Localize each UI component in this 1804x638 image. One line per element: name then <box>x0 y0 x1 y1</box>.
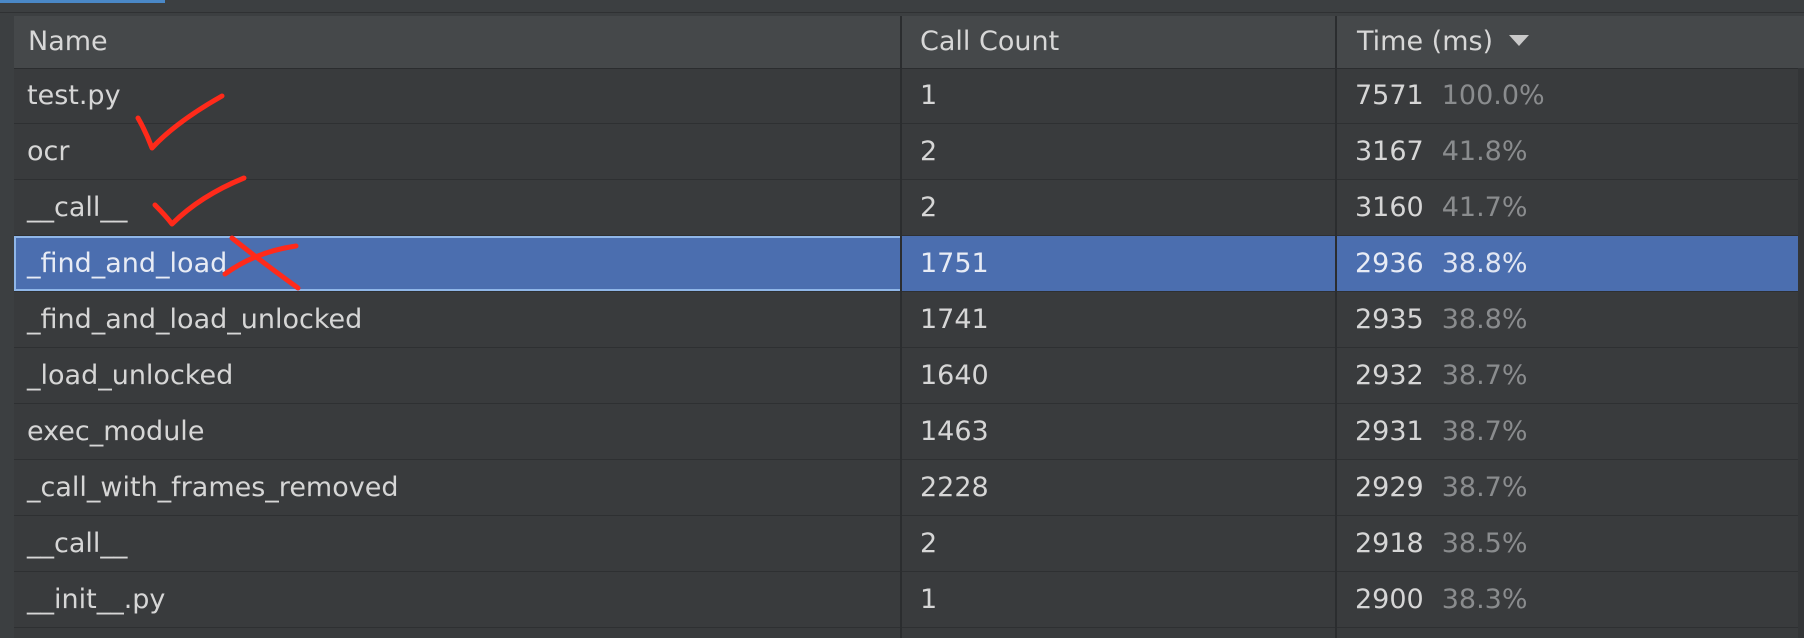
time-value: 3160 <box>1355 192 1424 223</box>
cell-function-name[interactable]: ocr <box>14 124 902 180</box>
time-value: 2929 <box>1355 472 1424 503</box>
table-row[interactable]: _find_and_load_unlocked 1741 2935 38.8% <box>14 292 1804 348</box>
time-value: 2936 <box>1355 248 1424 279</box>
cell-time[interactable]: 2936 38.8% <box>1337 236 1804 292</box>
cell-call-count[interactable]: 1741 <box>902 292 1337 348</box>
time-percentage: 38.8% <box>1441 304 1528 335</box>
cell-time[interactable]: 2918 38.5% <box>1337 516 1804 572</box>
profiler-window: Name Call Count Time (ms) test.py 1 7571 10… <box>0 0 1804 638</box>
cell-call-count[interactable]: 1640 <box>902 348 1337 404</box>
cell-time[interactable]: 3160 41.7% <box>1337 180 1804 236</box>
cell-call-count[interactable]: 2 <box>902 124 1337 180</box>
table-row[interactable]: _load_unlocked 1640 2932 38.7% <box>14 348 1804 404</box>
table-row[interactable]: exec_module 1463 2931 38.7% <box>14 404 1804 460</box>
column-header-call-count[interactable]: Call Count <box>902 16 1337 68</box>
cell-call-count[interactable]: 1463 <box>902 404 1337 460</box>
active-tab-indicator <box>0 0 165 3</box>
cell-time[interactable]: 2931 38.7% <box>1337 404 1804 460</box>
cell-call-count[interactable]: 2 <box>902 180 1337 236</box>
table-row[interactable]: _call_with_frames_removed 2228 2929 38.7% <box>14 460 1804 516</box>
cell-function-name[interactable]: __call__ <box>14 516 902 572</box>
time-value: 2935 <box>1355 304 1424 335</box>
cell-time[interactable]: 2932 38.7% <box>1337 348 1804 404</box>
cell-time[interactable]: 2900 38.3% <box>1337 572 1804 628</box>
time-percentage: 38.7% <box>1441 360 1528 391</box>
time-percentage: 38.8% <box>1441 248 1528 279</box>
cell-call-count[interactable]: 1 <box>902 68 1337 124</box>
column-header-call-count-label: Call Count <box>920 26 1060 57</box>
cell-function-name[interactable]: __call__ <box>14 180 902 236</box>
time-value: 3167 <box>1355 136 1424 167</box>
time-value: 2931 <box>1355 416 1424 447</box>
cell-call-count[interactable]: 2 <box>902 516 1337 572</box>
time-value: 2900 <box>1355 584 1424 615</box>
time-value: 7571 <box>1355 80 1424 111</box>
column-divider[interactable] <box>900 16 902 638</box>
cell-time[interactable]: 2935 38.8% <box>1337 292 1804 348</box>
time-value: 2918 <box>1355 528 1424 559</box>
cell-function-name[interactable]: _call_with_frames_removed <box>14 460 902 516</box>
call-statistics-table: Name Call Count Time (ms) test.py 1 7571 10… <box>14 16 1804 638</box>
column-divider[interactable] <box>1335 16 1337 638</box>
cell-call-count[interactable]: 1751 <box>902 236 1337 292</box>
cell-function-name[interactable]: _load_unlocked <box>14 348 902 404</box>
cell-time[interactable]: 3167 41.8% <box>1337 124 1804 180</box>
time-percentage: 38.3% <box>1441 584 1528 615</box>
table-row[interactable]: _find_and_load 1751 2936 38.8% <box>14 236 1804 292</box>
time-percentage: 38.5% <box>1441 528 1528 559</box>
cell-call-count[interactable]: 2228 <box>902 460 1337 516</box>
cell-function-name[interactable]: __init__.py <box>14 572 902 628</box>
column-header-name[interactable]: Name <box>14 16 902 68</box>
time-percentage: 41.7% <box>1441 192 1528 223</box>
time-percentage: 100.0% <box>1441 80 1545 111</box>
time-percentage: 41.8% <box>1441 136 1528 167</box>
time-value: 2932 <box>1355 360 1424 391</box>
cell-time[interactable]: 7571 100.0% <box>1337 68 1804 124</box>
column-header-time-label: Time (ms) <box>1357 26 1494 57</box>
table-row[interactable]: __call__ 2 2918 38.5% <box>14 516 1804 572</box>
cell-function-name[interactable]: exec_module <box>14 404 902 460</box>
sort-descending-icon <box>1509 35 1530 46</box>
cell-time[interactable]: 2929 38.7% <box>1337 460 1804 516</box>
cell-function-name[interactable]: _find_and_load_unlocked <box>14 292 902 348</box>
cell-function-name[interactable]: test.py <box>14 68 902 124</box>
cell-call-count[interactable]: 1 <box>902 572 1337 628</box>
column-header-name-label: Name <box>28 26 108 57</box>
time-percentage: 38.7% <box>1441 472 1528 503</box>
table-row[interactable]: __init__.py 1 2900 38.3% <box>14 572 1804 628</box>
time-percentage: 38.7% <box>1441 416 1528 447</box>
column-header-time[interactable]: Time (ms) <box>1337 16 1804 68</box>
table-header: Name Call Count Time (ms) <box>14 16 1804 69</box>
table-row[interactable]: ocr 2 3167 41.8% <box>14 124 1804 180</box>
cell-function-name[interactable]: _find_and_load <box>14 236 902 292</box>
table-row[interactable]: test.py 1 7571 100.0% <box>14 68 1804 124</box>
tab-strip <box>0 0 1804 13</box>
table-row[interactable]: __call__ 2 3160 41.7% <box>14 180 1804 236</box>
vertical-scrollbar[interactable] <box>1798 68 1804 638</box>
